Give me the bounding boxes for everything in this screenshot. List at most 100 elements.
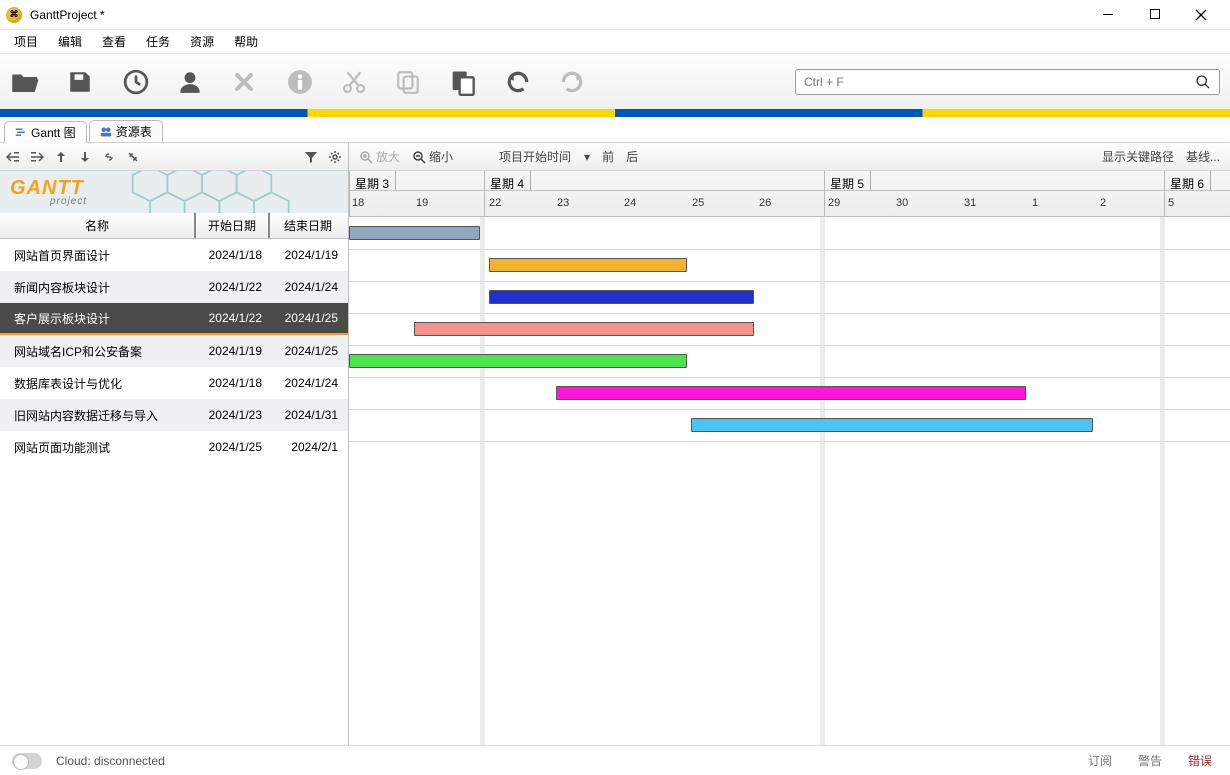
menu-project[interactable]: 项目	[4, 29, 48, 54]
menubar: 项目 编辑 查看 任务 资源 帮助	[0, 30, 1230, 54]
menu-edit[interactable]: 编辑	[48, 29, 92, 54]
statusbar: Cloud: disconnected 订阅 警告 错误	[0, 745, 1230, 775]
timeline-header: 星期 3星期 4星期 5星期 618192223242526293031125	[349, 171, 1230, 217]
unlink-button[interactable]	[124, 148, 142, 166]
subscribe-link[interactable]: 订阅	[1082, 752, 1118, 769]
cut-button[interactable]	[338, 66, 370, 98]
gantt-bar[interactable]	[414, 322, 754, 336]
day-label: 18	[352, 197, 364, 209]
tab-gantt[interactable]: Gantt 图	[4, 121, 87, 143]
task-start: 2024/1/19	[196, 344, 270, 358]
task-table-header: 名称 开始日期 结束日期	[0, 213, 348, 239]
task-table-body: 网站首页界面设计2024/1/182024/1/19新闻内容板块设计2024/1…	[0, 239, 348, 745]
critical-path-button[interactable]: 显示关键路径	[1098, 146, 1178, 167]
gantt-bar[interactable]	[691, 418, 1093, 432]
menu-view[interactable]: 查看	[92, 29, 136, 54]
cloud-status: Cloud: disconnected	[56, 754, 165, 768]
week-label: 星期 4	[484, 171, 531, 191]
zoom-in-button[interactable]: 放大	[355, 146, 404, 167]
indent-button[interactable]	[28, 148, 46, 166]
weekend-bg	[820, 217, 825, 745]
gantt-bar[interactable]	[556, 386, 1026, 400]
gantt-icon	[15, 127, 27, 139]
task-name: 网站页面功能测试	[0, 439, 196, 456]
zoom-out-button[interactable]: 缩小	[408, 146, 457, 167]
redo-button[interactable]	[556, 66, 588, 98]
outdent-button[interactable]	[4, 148, 22, 166]
move-down-button[interactable]	[76, 148, 94, 166]
paste-button[interactable]	[446, 66, 478, 98]
right-panel: 放大 缩小 项目开始时间 ▾ 前 后 显示关键路径 基线... 星期 3星期 4…	[349, 143, 1230, 745]
task-row[interactable]: 网站页面功能测试2024/1/252024/2/1	[0, 431, 348, 463]
save-button[interactable]	[64, 66, 96, 98]
task-row[interactable]: 数据库表设计与优化2024/1/182024/1/24	[0, 367, 348, 399]
baseline-button[interactable]: 基线...	[1182, 146, 1224, 167]
cloud-toggle[interactable]	[12, 753, 42, 769]
task-start: 2024/1/23	[196, 408, 270, 422]
project-start-dropdown[interactable]: 项目开始时间 ▾	[495, 146, 594, 167]
task-name: 新闻内容板块设计	[0, 279, 196, 296]
gantt-bar[interactable]	[349, 354, 687, 368]
link-button[interactable]	[100, 148, 118, 166]
col-name[interactable]: 名称	[0, 213, 196, 238]
menu-task[interactable]: 任务	[136, 29, 180, 54]
filter-button[interactable]	[302, 148, 320, 166]
minimize-button[interactable]	[1086, 0, 1132, 30]
task-start: 2024/1/18	[196, 376, 270, 390]
tab-resources[interactable]: 资源表	[89, 120, 163, 142]
gantt-bar[interactable]	[349, 226, 480, 240]
task-name: 网站域名ICP和公安备案	[0, 343, 196, 360]
gantt-body[interactable]	[349, 217, 1230, 745]
task-start: 2024/1/25	[196, 440, 270, 454]
open-button[interactable]	[10, 66, 42, 98]
search-box[interactable]	[795, 69, 1220, 95]
person-button[interactable]	[174, 66, 206, 98]
day-label: 26	[759, 197, 771, 209]
task-name: 客户展示板块设计	[0, 310, 196, 327]
search-icon[interactable]	[1195, 74, 1211, 90]
gantt-bar[interactable]	[489, 290, 754, 304]
task-row[interactable]: 网站域名ICP和公安备案2024/1/192024/1/25	[0, 335, 348, 367]
errors-link[interactable]: 错误	[1182, 752, 1218, 769]
warnings-link[interactable]: 警告	[1132, 752, 1168, 769]
delete-button[interactable]	[228, 66, 260, 98]
task-row[interactable]: 网站首页界面设计2024/1/182024/1/19	[0, 239, 348, 271]
window-title: GanttProject *	[30, 8, 1086, 22]
resources-icon	[100, 126, 112, 138]
settings-button[interactable]	[326, 148, 344, 166]
day-label: 31	[964, 197, 976, 209]
search-input[interactable]	[804, 75, 1195, 89]
task-name: 网站首页界面设计	[0, 247, 196, 264]
schedule-button[interactable]	[120, 66, 152, 98]
copy-button[interactable]	[392, 66, 424, 98]
task-end: 2024/1/25	[270, 311, 346, 325]
day-label: 5	[1168, 197, 1174, 209]
col-start[interactable]: 开始日期	[196, 213, 270, 238]
next-button[interactable]: 后	[622, 146, 642, 167]
day-label: 23	[557, 197, 569, 209]
menu-help[interactable]: 帮助	[224, 29, 268, 54]
undo-button[interactable]	[502, 66, 534, 98]
task-row[interactable]: 新闻内容板块设计2024/1/222024/1/24	[0, 271, 348, 303]
task-row[interactable]: 旧网站内容数据迁移与导入2024/1/232024/1/31	[0, 399, 348, 431]
task-end: 2024/1/24	[270, 376, 346, 390]
close-button[interactable]	[1178, 0, 1224, 30]
menu-resource[interactable]: 资源	[180, 29, 224, 54]
gantt-bar[interactable]	[489, 258, 687, 272]
col-end[interactable]: 结束日期	[270, 213, 346, 238]
move-up-button[interactable]	[52, 148, 70, 166]
task-row[interactable]: 客户展示板块设计2024/1/222024/1/25	[0, 303, 348, 335]
prev-button[interactable]: 前	[598, 146, 618, 167]
task-end: 2024/1/24	[270, 280, 346, 294]
info-button[interactable]	[284, 66, 316, 98]
maximize-button[interactable]	[1132, 0, 1178, 30]
weekend-bg	[480, 217, 485, 745]
titlebar: ⌘ GanttProject *	[0, 0, 1230, 30]
week-label: 星期 5	[824, 171, 871, 191]
day-label: 30	[896, 197, 908, 209]
day-label: 1	[1032, 197, 1038, 209]
task-end: 2024/1/19	[270, 248, 346, 262]
logo-text: GANTT project	[10, 177, 87, 207]
day-label: 22	[489, 197, 501, 209]
gantt-logo: GANTT project	[0, 171, 348, 213]
